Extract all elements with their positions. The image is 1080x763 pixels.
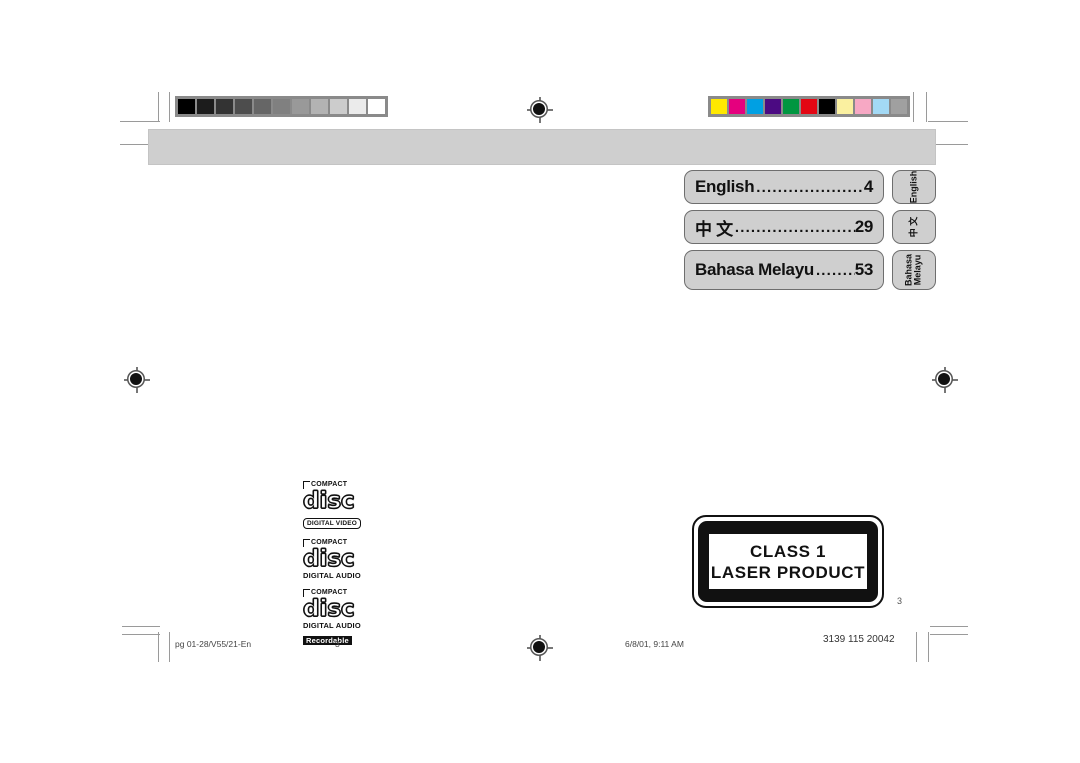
language-entry-bahasa-melayu[interactable]: Bahasa Melayu .................... 53 bbox=[684, 250, 884, 290]
crop-mark-bottom-right-h bbox=[930, 626, 968, 627]
cd-format-label-1: DIGITAL VIDEO bbox=[303, 518, 362, 529]
side-tab-label-bahasa-melayu: Bahasa Melayu bbox=[903, 253, 923, 287]
calibration-swatch-7 bbox=[837, 99, 853, 114]
registration-mark-right bbox=[932, 367, 958, 393]
language-entry-chinese[interactable]: 中 文 ....................................… bbox=[684, 210, 884, 244]
crop-mark-bottom-right-tick bbox=[916, 632, 917, 662]
calibration-swatch-6 bbox=[819, 99, 835, 114]
crop-mark-top-right-tick bbox=[913, 92, 914, 122]
crop-mark-top-left-h bbox=[120, 121, 160, 122]
footer-timestamp: 6/8/01, 9:11 AM bbox=[625, 639, 684, 649]
crop-mark-top-left-v bbox=[158, 92, 159, 122]
laser-label-line1: CLASS 1 bbox=[750, 541, 826, 561]
crop-mark-top-right-h2 bbox=[936, 144, 968, 145]
class-1-laser-product-label: CLASS 1 LASER PRODUCT bbox=[692, 515, 884, 608]
side-tab-english[interactable]: English bbox=[892, 170, 936, 204]
calibration-swatch-5 bbox=[801, 99, 817, 114]
laser-label-text: CLASS 1 LASER PRODUCT bbox=[709, 534, 867, 589]
side-tab-label-chinese: 中 文 bbox=[908, 216, 919, 238]
header-banner bbox=[148, 129, 936, 165]
registration-mark-top bbox=[527, 97, 553, 123]
footer-filename: pg 01-28/V55/21-En bbox=[175, 639, 252, 649]
cd-disc-word-2: disc bbox=[302, 546, 355, 572]
laser-label-inner-frame: CLASS 1 LASER PRODUCT bbox=[698, 521, 878, 602]
crop-mark-bottom-left-h bbox=[122, 626, 160, 627]
calibration-swatch-4 bbox=[254, 99, 271, 114]
side-tab-chinese[interactable]: 中 文 bbox=[892, 210, 936, 244]
registration-mark-left bbox=[124, 367, 150, 393]
calibration-swatch-0 bbox=[178, 99, 195, 114]
calibration-swatch-0 bbox=[711, 99, 727, 114]
crop-mark-top-right-h bbox=[928, 121, 968, 122]
language-page-chinese: 29 bbox=[854, 217, 874, 236]
footer-document-code: 3139 115 20042 bbox=[823, 634, 895, 645]
calibration-swatch-10 bbox=[891, 99, 907, 114]
calibration-swatch-4 bbox=[783, 99, 799, 114]
crop-mark-top-left-tick bbox=[169, 92, 170, 122]
cd-format-label-2: DIGITAL AUDIO bbox=[303, 571, 361, 580]
manual-page: English ................................… bbox=[0, 0, 1080, 763]
grayscale-calibration-strip bbox=[175, 96, 388, 117]
disc-format-logos: COMPACT disc DIGITAL VIDEO COMPACT disc … bbox=[302, 480, 365, 656]
calibration-swatch-2 bbox=[747, 99, 763, 114]
crop-mark-bottom-right-v bbox=[928, 632, 929, 662]
side-tab-bahasa-melayu[interactable]: Bahasa Melayu bbox=[892, 250, 936, 290]
language-name-english: English bbox=[695, 177, 755, 196]
cd-disc-word-3: disc bbox=[302, 596, 355, 622]
calibration-swatch-10 bbox=[368, 99, 385, 114]
calibration-swatch-9 bbox=[873, 99, 889, 114]
cd-disc-word-1: disc bbox=[302, 488, 355, 514]
crop-mark-bottom-right-h2 bbox=[930, 634, 968, 635]
calibration-swatch-2 bbox=[216, 99, 233, 114]
language-page-bahasa-melayu: 53 bbox=[854, 260, 874, 279]
cd-recordable-label: Recordable bbox=[303, 636, 352, 645]
crop-mark-bottom-left-v bbox=[158, 632, 159, 662]
compact-disc-digital-audio-icon: COMPACT disc DIGITAL AUDIO bbox=[302, 538, 365, 580]
dot-leader-chinese: ........................................ bbox=[734, 218, 855, 236]
crop-mark-bottom-left-h2 bbox=[122, 634, 160, 635]
calibration-swatch-8 bbox=[330, 99, 347, 114]
calibration-swatch-3 bbox=[765, 99, 781, 114]
calibration-swatch-3 bbox=[235, 99, 252, 114]
language-name-chinese: 中 文 bbox=[695, 219, 733, 239]
footer-page-number: 3 bbox=[335, 639, 340, 649]
language-row-english: English ................................… bbox=[684, 170, 936, 204]
calibration-swatch-6 bbox=[292, 99, 309, 114]
calibration-swatch-8 bbox=[855, 99, 871, 114]
color-calibration-strip bbox=[708, 96, 910, 117]
crop-mark-bottom-left-tick bbox=[169, 632, 170, 662]
language-name-bahasa-melayu: Bahasa Melayu bbox=[695, 260, 814, 279]
calibration-swatch-1 bbox=[729, 99, 745, 114]
calibration-swatch-7 bbox=[311, 99, 328, 114]
laser-label-line2: LASER PRODUCT bbox=[710, 562, 866, 582]
side-tab-label-english: English bbox=[908, 170, 919, 204]
crop-mark-top-right-v bbox=[926, 92, 927, 122]
language-row-bahasa-melayu: Bahasa Melayu .................... 53 Ba… bbox=[684, 250, 936, 290]
language-index: English ................................… bbox=[684, 170, 936, 296]
compact-disc-digital-video-icon: COMPACT disc DIGITAL VIDEO bbox=[302, 480, 365, 530]
compact-disc-digital-audio-recordable-icon: COMPACT disc DIGITAL AUDIO Recordable bbox=[302, 588, 365, 648]
cd-format-label-3: DIGITAL AUDIO bbox=[303, 621, 361, 630]
language-page-english: 4 bbox=[863, 177, 873, 196]
body-page-number: 3 bbox=[897, 596, 903, 606]
registration-mark-bottom bbox=[527, 635, 553, 661]
calibration-swatch-5 bbox=[273, 99, 290, 114]
calibration-swatch-1 bbox=[197, 99, 214, 114]
calibration-swatch-9 bbox=[349, 99, 366, 114]
dot-leader-bahasa-melayu: .................... bbox=[815, 261, 855, 279]
dot-leader-english: ...................................... bbox=[756, 178, 864, 196]
language-row-chinese: 中 文 ....................................… bbox=[684, 210, 936, 244]
language-entry-english[interactable]: English ................................… bbox=[684, 170, 884, 204]
